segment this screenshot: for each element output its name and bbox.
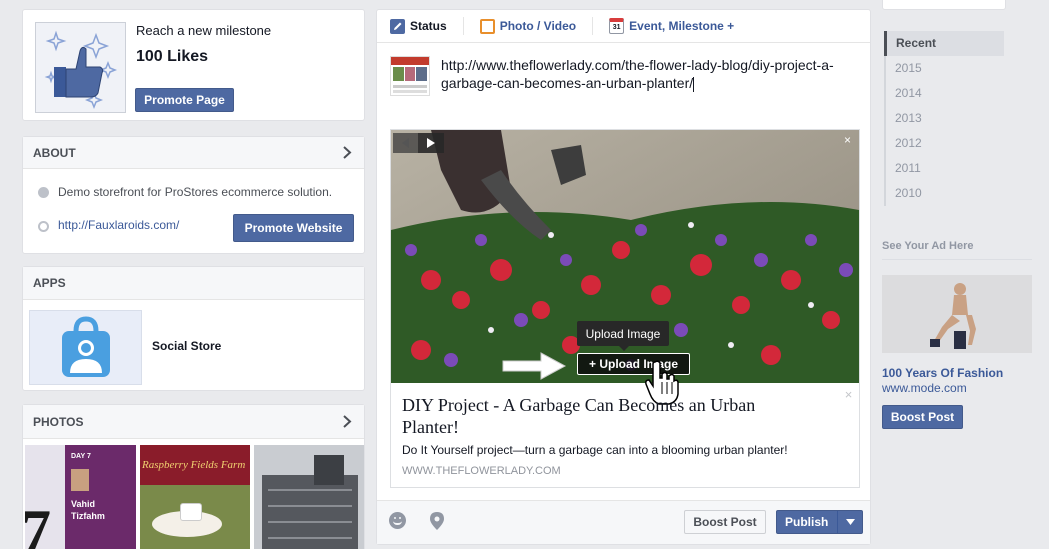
promote-website-button[interactable]: Promote Website (233, 214, 354, 242)
photo-thumb-1-day: DAY 7 (71, 453, 91, 460)
photo-thumb-1[interactable]: 7 DAY 7 Vahid Tizfahm (25, 445, 136, 549)
info-icon (38, 187, 49, 198)
caret-down-icon (845, 519, 855, 525)
photo-thumb-2-text: Raspberry Fields Farm (142, 459, 246, 471)
arrow-right-icon (427, 138, 435, 148)
photos-header-label: PHOTOS (33, 414, 84, 429)
photo-thumb-1-big: 7 (25, 498, 51, 549)
publish-button[interactable]: Publish (776, 510, 863, 534)
promote-page-button[interactable]: Promote Page (135, 88, 234, 112)
tab-event-milestone[interactable]: 31 Event, Milestone + (609, 18, 734, 34)
publish-label: Publish (785, 515, 829, 529)
photo-icon (479, 18, 495, 34)
right-top-box (882, 0, 1006, 10)
tooltip-arrow (619, 346, 629, 351)
upload-image-tooltip: Upload Image (577, 321, 669, 346)
about-description: Demo storefront for ProStores ecommerce … (58, 185, 333, 199)
ad-boost-post-button[interactable]: Boost Post (882, 405, 963, 429)
tab-status[interactable]: Status (390, 18, 447, 34)
chevron-right-icon[interactable] (340, 146, 354, 160)
pencil-icon (390, 18, 405, 34)
composer-tabs: Status Photo / Video 31 Event, Milestone… (377, 10, 870, 43)
photo-thumb-1-surname: Tizfahm (71, 511, 105, 521)
location-pin-icon[interactable] (430, 512, 444, 530)
social-store-label[interactable]: Social Store (152, 339, 221, 353)
ad-header: See Your Ad Here (882, 240, 974, 252)
ad-url[interactable]: www.mode.com (882, 381, 967, 395)
timeline-year-2012[interactable]: 2012 (884, 131, 1004, 156)
emoji-icon[interactable] (389, 512, 406, 529)
timeline-year-2013[interactable]: 2013 (884, 106, 1004, 131)
about-header-label: ABOUT (33, 145, 76, 160)
apps-header: APPS (23, 267, 364, 300)
link-domain: WWW.THEFLOWERLADY.COM (402, 465, 561, 477)
slideshow-next-button[interactable] (418, 133, 444, 153)
slideshow-prev-button[interactable] (393, 133, 418, 153)
calendar-icon: 31 (609, 18, 625, 34)
timeline-year-2014[interactable]: 2014 (884, 81, 1004, 106)
composer: Status Photo / Video 31 Event, Milestone… (376, 9, 871, 545)
about-header[interactable]: ABOUT (23, 137, 364, 169)
tab-event-milestone-label: Event, Milestone + (629, 19, 735, 33)
milestone-headline: 100 Likes (136, 48, 209, 65)
photo-thumb-2[interactable]: Raspberry Fields Farm (140, 445, 250, 549)
composer-footer: Boost Post Publish (377, 500, 870, 544)
tab-photo-video[interactable]: Photo / Video (479, 18, 577, 34)
status-input[interactable]: http://www.theflowerlady.com/the-flower-… (441, 56, 841, 92)
apps-card: APPS Social Store (22, 266, 365, 391)
timeline-year-recent[interactable]: Recent (884, 31, 1004, 56)
link-preview-image: × Upload Image + Upload Image (391, 130, 859, 383)
timeline-year-2011[interactable]: 2011 (884, 156, 1004, 181)
shopping-bag-icon (61, 315, 110, 377)
milestone-title: Reach a new milestone (136, 23, 272, 38)
boost-post-button[interactable]: Boost Post (684, 510, 766, 534)
photos-header[interactable]: PHOTOS (23, 405, 364, 439)
about-card: ABOUT Demo storefront for ProStores ecom… (22, 136, 365, 254)
ad-divider (882, 259, 1032, 260)
about-link[interactable]: http://Fauxlaroids.com/ (58, 218, 179, 232)
globe-icon (38, 221, 49, 232)
social-store-app-tile[interactable] (29, 310, 142, 385)
photos-card: PHOTOS 7 DAY 7 Vahid Tizfahm Raspberry F… (22, 404, 365, 549)
tab-status-label: Status (410, 19, 447, 33)
link-description: Do It Yourself project—turn a garbage ca… (402, 443, 788, 457)
apps-header-label: APPS (33, 276, 66, 290)
timeline-year-2015[interactable]: 2015 (884, 56, 1004, 81)
close-image-icon[interactable]: × (842, 134, 853, 146)
status-input-text: http://www.theflowerlady.com/the-flower-… (441, 57, 834, 91)
arrow-pointer-icon (502, 352, 567, 380)
link-preview-card[interactable]: × Upload Image + Upload Image × DIY Proj… (390, 129, 860, 488)
photo-thumb-1-name: Vahid (71, 499, 96, 509)
timeline-year-2010[interactable]: 2010 (884, 181, 1004, 206)
ad-image[interactable] (882, 275, 1032, 353)
photo-thumb-3[interactable] (254, 445, 364, 549)
ad-title[interactable]: 100 Years Of Fashion (882, 366, 1003, 380)
chevron-right-icon[interactable] (340, 415, 354, 429)
arrow-left-icon (401, 138, 409, 148)
likes-thumb-image (35, 22, 126, 113)
publish-dropdown[interactable] (837, 511, 862, 533)
milestone-card: Reach a new milestone 100 Likes Promote … (22, 9, 365, 121)
link-preview-favicon (390, 56, 430, 96)
tab-photo-video-label: Photo / Video (499, 19, 577, 33)
close-preview-icon[interactable]: × (843, 388, 854, 401)
text-cursor (693, 76, 695, 92)
link-title[interactable]: DIY Project - A Garbage Can Becomes an U… (402, 394, 792, 438)
